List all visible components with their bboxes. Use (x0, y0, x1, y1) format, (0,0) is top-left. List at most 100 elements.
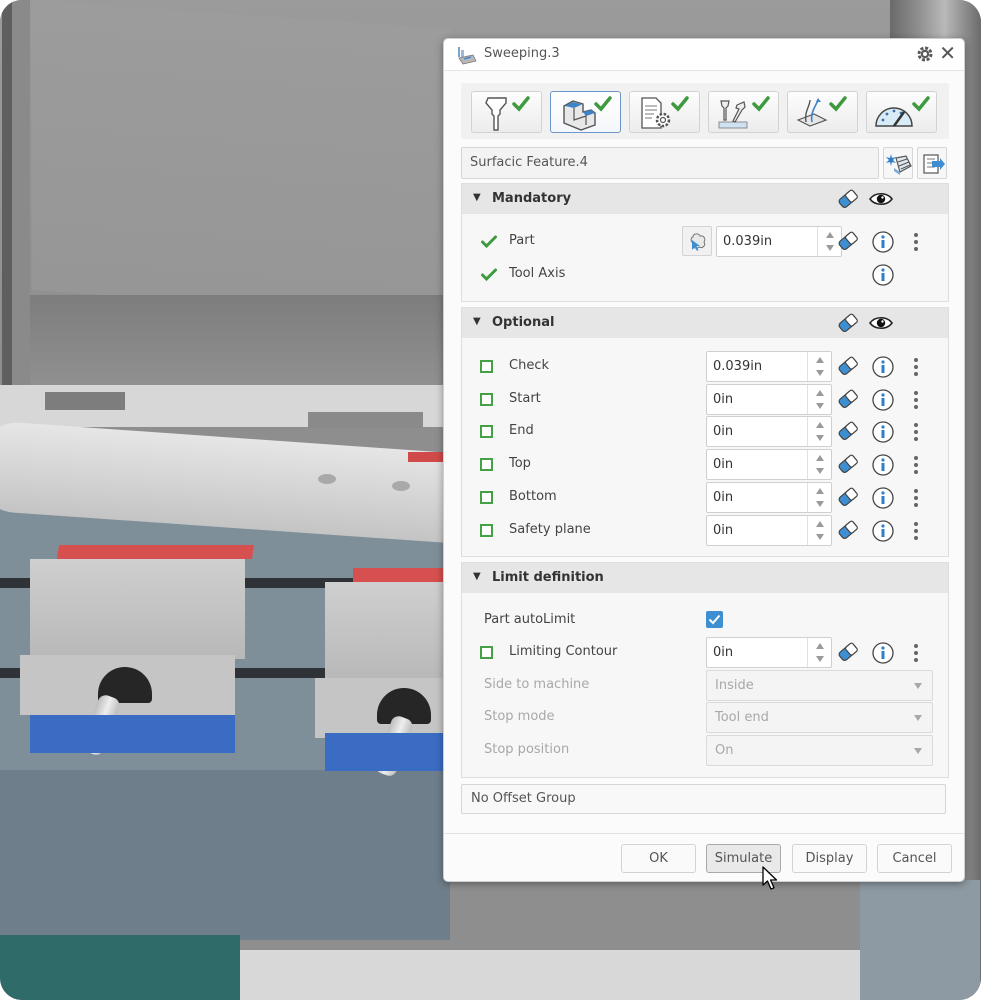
new-feature-button[interactable] (883, 147, 913, 179)
info-icon[interactable] (871, 519, 895, 543)
info-icon[interactable] (871, 355, 895, 379)
tab-feeds[interactable] (787, 91, 858, 133)
more-options-icon[interactable] (913, 232, 919, 252)
collapse-arrow-icon[interactable]: ▼ (473, 316, 481, 327)
part-autolimit-checkbox[interactable] (706, 611, 723, 628)
empty-status-icon (480, 360, 493, 373)
more-options-icon[interactable] (913, 455, 919, 475)
field-label[interactable]: Tool Axis (509, 266, 565, 281)
field-label[interactable]: Limiting Contour (509, 644, 617, 659)
top-offset-input[interactable]: 0in (706, 449, 832, 481)
spinner[interactable] (807, 638, 831, 667)
field-label[interactable]: Top (509, 456, 531, 471)
info-icon[interactable] (871, 263, 895, 287)
spin-up-icon[interactable] (816, 643, 824, 649)
eraser-icon[interactable] (836, 229, 860, 253)
spin-down-icon[interactable] (816, 468, 824, 475)
spin-up-icon[interactable] (816, 520, 824, 527)
field-label[interactable]: Safety plane (509, 522, 591, 537)
spin-down-icon[interactable] (816, 435, 824, 442)
eraser-icon[interactable] (836, 387, 860, 411)
tab-tool[interactable] (471, 91, 542, 133)
ok-button[interactable]: OK (621, 844, 696, 873)
eraser-icon[interactable] (836, 188, 860, 210)
info-icon[interactable] (871, 388, 895, 412)
spin-down-icon[interactable] (826, 245, 834, 251)
info-icon[interactable] (871, 486, 895, 510)
spin-down-icon[interactable] (816, 533, 824, 540)
safety-plane-offset-input[interactable]: 0in (706, 514, 832, 546)
spin-down-icon[interactable] (816, 370, 824, 376)
collapse-arrow-icon[interactable]: ▼ (473, 571, 481, 582)
info-icon[interactable] (871, 641, 895, 665)
section-header-optional[interactable]: ▼ Optional (462, 308, 948, 338)
spinner[interactable] (807, 417, 831, 447)
dialog-titlebar[interactable]: Sweeping.3 ✕ (444, 39, 964, 71)
tab-speed[interactable] (866, 91, 937, 133)
cancel-button[interactable]: Cancel (877, 844, 952, 873)
feature-export-button[interactable] (917, 147, 947, 179)
eraser-icon[interactable] (836, 354, 860, 378)
feature-field[interactable]: Surfacic Feature.4 (461, 147, 879, 179)
spin-up-icon[interactable] (816, 455, 824, 462)
tab-geometry[interactable] (550, 91, 621, 133)
end-offset-input[interactable]: 0in (706, 416, 832, 448)
display-button[interactable]: Display (792, 844, 867, 873)
more-options-icon[interactable] (913, 643, 919, 663)
empty-status-icon (480, 646, 493, 659)
spin-up-icon[interactable] (816, 389, 824, 396)
input-value: 0.039in (713, 359, 763, 374)
limiting-contour-input[interactable]: 0in (706, 637, 832, 668)
eraser-icon[interactable] (836, 518, 860, 542)
more-options-icon[interactable] (913, 488, 919, 508)
check-offset-input[interactable]: 0.039in (706, 351, 832, 382)
field-label[interactable]: Start (509, 391, 541, 406)
dropdown-value: On (715, 743, 734, 758)
spin-up-icon[interactable] (816, 422, 824, 429)
spinner[interactable] (807, 450, 831, 480)
section-header-limit-definition[interactable]: ▼ Limit definition (462, 563, 948, 593)
section-title: Optional (492, 315, 555, 330)
eye-icon[interactable] (868, 314, 894, 332)
tab-macros[interactable] (708, 91, 779, 133)
eraser-icon[interactable] (836, 452, 860, 476)
field-label[interactable]: Check (509, 358, 549, 373)
bottom-offset-input[interactable]: 0in (706, 481, 832, 513)
eraser-icon[interactable] (836, 419, 860, 443)
vise-base (325, 733, 455, 771)
spin-down-icon[interactable] (816, 402, 824, 409)
close-icon[interactable]: ✕ (939, 42, 956, 64)
tab-strategy[interactable] (629, 91, 700, 133)
eraser-icon[interactable] (836, 485, 860, 509)
offset-group-field[interactable]: No Offset Group (461, 784, 946, 814)
spinner[interactable] (807, 384, 831, 414)
tool-icon (485, 96, 530, 131)
spin-down-icon[interactable] (816, 500, 824, 507)
eraser-icon[interactable] (836, 640, 860, 664)
collapse-arrow-icon[interactable]: ▼ (473, 192, 481, 203)
section-header-mandatory[interactable]: ▼ Mandatory (462, 184, 948, 214)
info-icon[interactable] (871, 420, 895, 444)
more-options-icon[interactable] (913, 357, 919, 377)
spinner[interactable] (807, 482, 831, 512)
start-offset-input[interactable]: 0in (706, 383, 832, 415)
info-icon[interactable] (871, 230, 895, 254)
info-icon[interactable] (871, 453, 895, 477)
spinner[interactable] (807, 515, 831, 545)
select-part-button[interactable] (682, 226, 712, 256)
spinner[interactable] (807, 352, 831, 381)
eye-icon[interactable] (868, 190, 894, 208)
spin-down-icon[interactable] (816, 656, 824, 662)
more-options-icon[interactable] (913, 390, 919, 410)
part-offset-input[interactable]: 0.039in (716, 226, 842, 257)
spin-up-icon[interactable] (816, 487, 824, 494)
more-options-icon[interactable] (913, 422, 919, 442)
eraser-icon[interactable] (836, 312, 860, 334)
more-options-icon[interactable] (913, 521, 919, 541)
spin-up-icon[interactable] (826, 232, 834, 238)
field-label[interactable]: End (509, 423, 534, 438)
field-label[interactable]: Bottom (509, 489, 557, 504)
chevron-down-icon (914, 715, 922, 721)
gear-icon[interactable] (916, 45, 934, 63)
spin-up-icon[interactable] (816, 357, 824, 363)
